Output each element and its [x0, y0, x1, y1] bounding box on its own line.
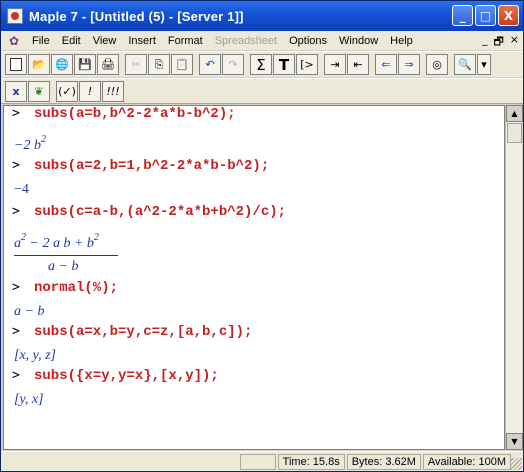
close-button[interactable]: X	[498, 5, 519, 26]
status-available: Available: 100M	[422, 453, 511, 470]
maximize-button[interactable]: □	[475, 5, 496, 26]
scroll-up-icon[interactable]: ▲	[506, 105, 523, 122]
menu-help[interactable]: Help	[384, 35, 419, 47]
command-5[interactable]: subs(a=x,b=y,c=z,[a,b,c]);	[34, 324, 252, 340]
stop-icon[interactable]: ◎	[426, 54, 448, 75]
output-1: −2 b2	[14, 134, 46, 153]
zoom-icon[interactable]: 🔍	[454, 54, 476, 75]
execute-all-icon[interactable]: !!!	[102, 80, 124, 102]
check-syntax-icon[interactable]: (✓)	[56, 80, 78, 102]
menu-options[interactable]: Options	[283, 35, 333, 47]
doc-close-button[interactable]: ×	[510, 33, 519, 52]
x-icon[interactable]: x	[5, 80, 27, 102]
vertical-scrollbar[interactable]: ▲ ▼	[505, 105, 523, 450]
window-title: Maple 7 - [Untitled (5) - [Server 1]]	[29, 8, 244, 24]
redo-icon[interactable]: ↷	[222, 54, 244, 75]
command-3[interactable]: subs(c=a-b,(a^2-2*a*b+b^2)/c);	[34, 204, 286, 220]
prompt: >	[12, 280, 20, 295]
command-6[interactable]: subs({x=y,y=x},[x,y]);	[34, 368, 219, 384]
menu-window[interactable]: Window	[333, 35, 384, 47]
scroll-down-icon[interactable]: ▼	[506, 433, 523, 450]
prompt: >	[12, 106, 20, 121]
status-message	[239, 453, 276, 470]
output-6: [y, x]	[14, 392, 44, 407]
outdent-icon[interactable]: ⇤	[347, 54, 369, 75]
sigma-icon[interactable]: Σ	[250, 54, 272, 75]
text-icon[interactable]: T	[273, 54, 295, 75]
context-toolbar: x ❦ (✓) ! !!!	[1, 78, 523, 104]
menu-view[interactable]: View	[87, 35, 123, 47]
status-time: Time: 15.8s	[277, 453, 345, 470]
menu-insert[interactable]: Insert	[122, 35, 162, 47]
save-icon[interactable]: 💾	[74, 54, 96, 75]
input-icon[interactable]: [>	[296, 54, 318, 75]
print-icon[interactable]: 🖨	[97, 54, 119, 75]
doc-restore-button[interactable]: 🗗	[493, 33, 503, 52]
document-icon[interactable]: ✿	[6, 33, 22, 49]
toolbar-chevron-icon[interactable]: ▾	[477, 54, 491, 75]
title-bar[interactable]: Maple 7 - [Untitled (5) - [Server 1]] _ …	[1, 1, 523, 31]
worksheet[interactable]: > subs(a=b,b^2-2*a*b-b^2); −2 b2 > subs(…	[3, 105, 505, 450]
prompt: >	[12, 324, 20, 339]
prompt: >	[12, 368, 20, 383]
execute-icon[interactable]: !	[79, 80, 101, 102]
output-4: a − b	[14, 304, 45, 319]
doc-minimize-button[interactable]: _	[482, 33, 488, 52]
menu-spreadsheet[interactable]: Spreadsheet	[209, 35, 283, 47]
indent-icon[interactable]: ⇥	[324, 54, 346, 75]
back-icon[interactable]: ⇐	[375, 54, 397, 75]
forward-icon[interactable]: ⇒	[398, 54, 420, 75]
output-3-numerator: a2 − 2 a b + b2	[14, 232, 99, 251]
status-bar: Time: 15.8s Bytes: 3.62M Available: 100M	[1, 451, 523, 471]
maple-app-icon[interactable]	[7, 8, 23, 24]
output-2: −4	[14, 182, 29, 197]
status-bytes: Bytes: 3.62M	[346, 453, 421, 470]
output-5: [x, y, z]	[14, 348, 56, 363]
command-1[interactable]: subs(a=b,b^2-2*a*b-b^2);	[34, 106, 236, 122]
maple-leaf-icon[interactable]: ❦	[28, 80, 50, 102]
minimize-button[interactable]: _	[452, 5, 473, 26]
open-url-icon[interactable]: 🌐	[51, 54, 73, 75]
prompt: >	[12, 204, 20, 219]
open-icon[interactable]: 📂	[28, 54, 50, 75]
scroll-thumb[interactable]	[507, 123, 522, 143]
command-2[interactable]: subs(a=2,b=1,b^2-2*a*b-b^2);	[34, 158, 269, 174]
copy-icon[interactable]: ⎘	[148, 54, 170, 75]
resize-grip-icon[interactable]	[510, 458, 522, 470]
main-toolbar: 📂 🌐 💾 🖨 ✂ ⎘ 📋 ↶ ↷ Σ T [> ⇥ ⇤ ⇐ ⇒ ◎ 🔍 ▾	[1, 51, 523, 77]
undo-icon[interactable]: ↶	[199, 54, 221, 75]
new-icon[interactable]	[5, 54, 27, 75]
menu-bar: ✿ File Edit View Insert Format Spreadshe…	[1, 31, 523, 50]
prompt: >	[12, 158, 20, 173]
output-3-denominator: a − b	[48, 259, 79, 274]
menu-format[interactable]: Format	[162, 35, 209, 47]
fraction-bar	[14, 255, 118, 256]
maple-window: Maple 7 - [Untitled (5) - [Server 1]] _ …	[0, 0, 524, 472]
command-4[interactable]: normal(%);	[34, 280, 118, 296]
menu-edit[interactable]: Edit	[56, 35, 87, 47]
cut-icon[interactable]: ✂	[125, 54, 147, 75]
menu-file[interactable]: File	[26, 35, 56, 47]
paste-icon[interactable]: 📋	[171, 54, 193, 75]
